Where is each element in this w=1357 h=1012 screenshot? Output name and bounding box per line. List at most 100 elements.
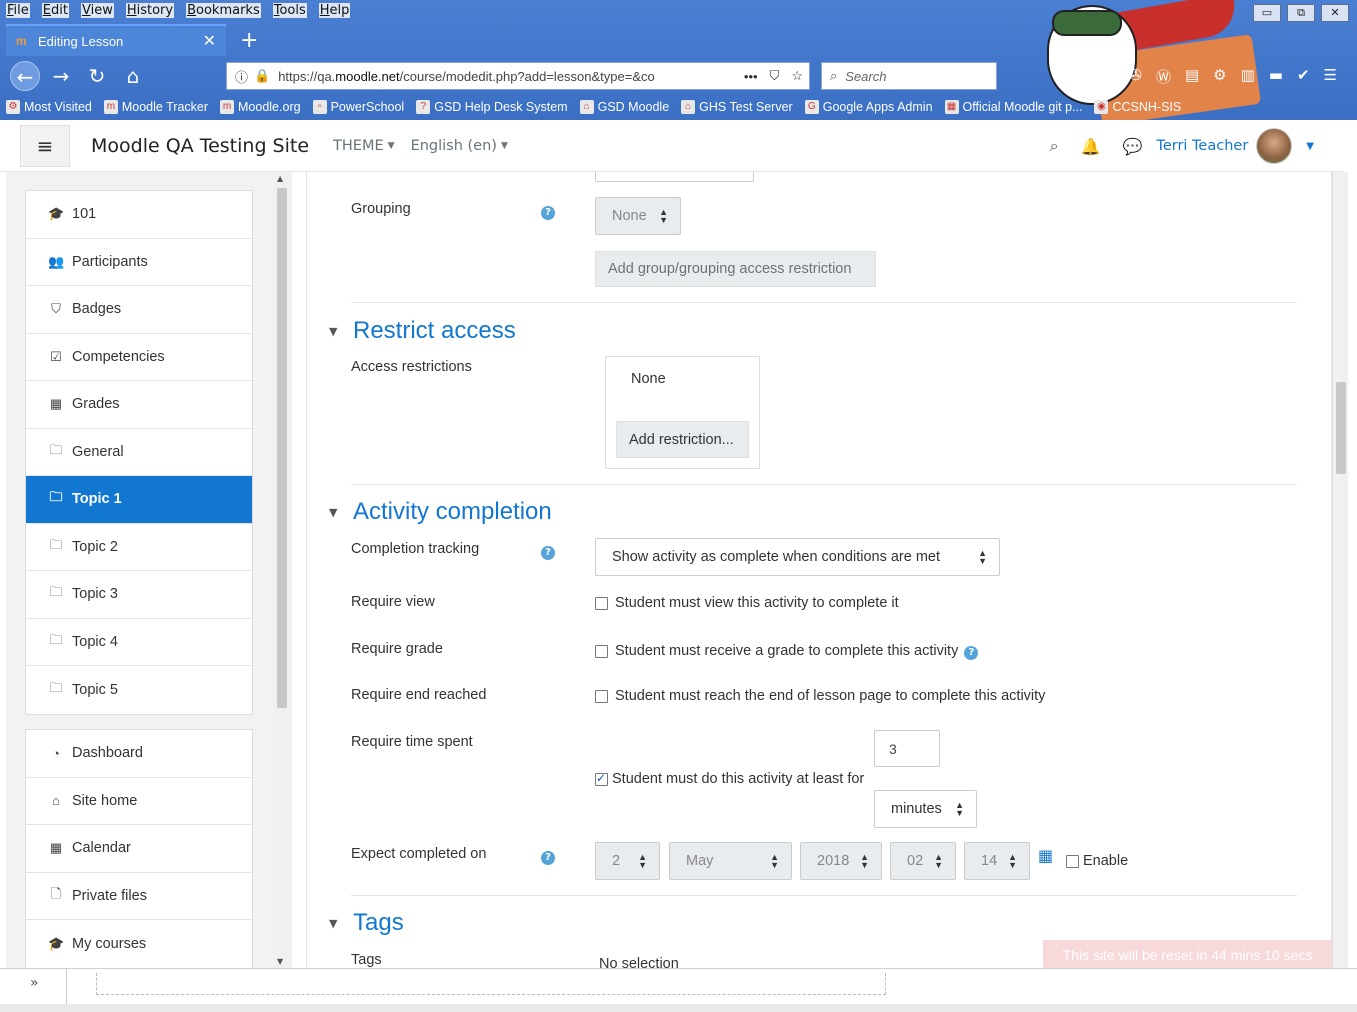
info-icon[interactable]: ⓘ xyxy=(235,67,248,86)
check-icon[interactable]: ✔ xyxy=(1297,66,1310,87)
url-text[interactable]: https://qa.moodle.net/course/modedit.php… xyxy=(278,69,738,84)
nav-item[interactable]: 🎓 My courses xyxy=(26,920,252,968)
bookmark-item[interactable]: m Moodle.org xyxy=(220,100,301,114)
bookmark-item[interactable]: ▦ Official Moodle git p... xyxy=(944,100,1082,114)
menu-edit[interactable]: Edit xyxy=(41,2,69,18)
menu-help[interactable]: Help xyxy=(318,2,351,18)
new-tab-icon[interactable]: + xyxy=(240,28,258,53)
bookmark-star-icon[interactable]: ☆ xyxy=(791,68,803,84)
require-time-unit-select[interactable]: minutes ▲ ▼ xyxy=(874,790,977,828)
user-menu-caret-icon[interactable]: ▼ xyxy=(1306,141,1314,152)
expand-chevron-icon[interactable]: » xyxy=(30,975,39,991)
section-activity-completion[interactable]: ▼ Activity completion xyxy=(329,498,552,526)
avatar[interactable] xyxy=(1256,128,1293,164)
help-icon[interactable]: ? xyxy=(964,646,979,660)
browser-search-input[interactable]: ⌕ Search xyxy=(821,62,997,90)
reader-icon[interactable]: ▤ xyxy=(1185,66,1199,87)
help-icon[interactable]: ? xyxy=(541,206,555,220)
nav-item[interactable]: ▦ Grades xyxy=(26,381,252,429)
nav-item[interactable]: ▦ Calendar xyxy=(26,825,252,873)
group-mode-select[interactable] xyxy=(595,172,754,182)
messages-icon[interactable]: 💬 xyxy=(1123,137,1143,156)
theme-menu[interactable]: THEME ▼ xyxy=(333,138,395,154)
tab-editing-lesson[interactable]: m Editing Lesson ✕ xyxy=(6,24,226,56)
nav-item[interactable]: 🗋 Private files xyxy=(26,873,252,920)
drawer-toggle-button[interactable]: ≡ xyxy=(20,124,70,167)
bookmark-item[interactable]: m Moodle Tracker xyxy=(103,100,208,114)
maximize-button[interactable]: ⧉ xyxy=(1287,4,1315,22)
section-tags[interactable]: ▼ Tags xyxy=(329,909,404,937)
expect-hour-select[interactable]: 02 ▲ ▼ xyxy=(890,842,956,880)
require-time-checkbox[interactable] xyxy=(595,771,608,786)
scrollbar-thumb[interactable] xyxy=(1336,382,1346,474)
home-button[interactable]: ⌂ xyxy=(118,61,148,91)
require-end-checkbox[interactable] xyxy=(595,689,608,703)
library-icon[interactable]: ▥ xyxy=(1241,66,1255,87)
scroll-down-icon[interactable]: ▼ xyxy=(277,957,283,966)
expect-minute-select[interactable]: 14 ▲ ▼ xyxy=(964,842,1030,880)
calendar-icon[interactable]: ▦ xyxy=(1038,846,1053,865)
language-menu[interactable]: English (en) ▼ xyxy=(411,138,508,154)
add-group-restriction-button[interactable]: Add group/grouping access restriction xyxy=(595,251,876,287)
scrollbar-thumb[interactable] xyxy=(277,188,287,708)
menu-tools[interactable]: Tools xyxy=(272,2,307,18)
bookmark-item[interactable]: ⌂ GSD Moodle xyxy=(579,100,669,114)
reload-button[interactable]: ↻ xyxy=(82,61,112,91)
nav-item[interactable]: 🗀 Topic 1 xyxy=(26,476,252,524)
nav-item[interactable]: 🗀 Topic 2 xyxy=(26,524,252,571)
search-icon[interactable]: ⌕ xyxy=(1050,136,1059,156)
section-restrict-access[interactable]: ▼ Restrict access xyxy=(329,317,516,345)
nav-item[interactable]: ⌂ Site home xyxy=(26,778,252,825)
addon-icon[interactable]: ▬ xyxy=(1269,66,1283,87)
nav-item[interactable]: ☑ Competencies xyxy=(26,334,252,381)
bookmark-item[interactable]: G Google Apps Admin xyxy=(804,100,933,114)
bell-icon[interactable]: 🔔 xyxy=(1081,137,1101,156)
bookmark-item[interactable]: ? GSD Help Desk System xyxy=(416,100,568,114)
expect-month-select[interactable]: May ▲ ▼ xyxy=(669,842,792,880)
close-window-button[interactable]: ✕ xyxy=(1321,4,1349,22)
expect-enable-checkbox[interactable] xyxy=(1066,854,1079,868)
nav-item[interactable]: 🗀 Topic 4 xyxy=(26,619,252,666)
nav-item[interactable]: 🗀 Topic 3 xyxy=(26,571,252,619)
menu-view[interactable]: View xyxy=(80,2,114,18)
scroll-up-icon[interactable]: ▲ xyxy=(277,174,283,183)
tags-value[interactable]: No selection xyxy=(599,956,679,968)
wikipedia-icon[interactable]: Ⓦ xyxy=(1156,66,1171,87)
forward-button[interactable]: → xyxy=(46,61,76,91)
nav-item[interactable]: 🗀 Topic 5 xyxy=(26,666,252,714)
bookmark-item[interactable]: ⌂ GHS Test Server xyxy=(681,100,793,114)
help-icon[interactable]: ? xyxy=(541,546,555,560)
back-button[interactable]: ← xyxy=(10,61,40,91)
bookmark-item[interactable]: ◉ CCSNH-SIS xyxy=(1094,100,1181,114)
require-time-input[interactable]: 3 xyxy=(874,730,940,767)
nav-item[interactable]: 👥 Participants xyxy=(26,239,252,286)
help-icon[interactable]: ? xyxy=(541,851,555,865)
extension-icon[interactable]: ✇ xyxy=(1129,66,1142,87)
minimize-button[interactable]: ▭ xyxy=(1253,4,1281,22)
nav-item[interactable]: 🗀 General xyxy=(26,429,252,476)
grouping-select[interactable]: None ▲ ▼ xyxy=(595,197,681,235)
pocket-icon[interactable]: ⛉ xyxy=(770,68,780,84)
bookmark-item[interactable]: ⚙ Most Visited xyxy=(6,100,92,114)
expect-day-select[interactable]: 2 ▲ ▼ xyxy=(595,842,660,880)
require-view-checkbox[interactable] xyxy=(595,596,608,610)
gear-icon[interactable]: ⚙ xyxy=(1213,66,1226,87)
add-restriction-button[interactable]: Add restriction... xyxy=(616,421,749,458)
nav-item[interactable]: 🎓 101 xyxy=(26,191,252,239)
url-bar[interactable]: ⓘ 🔒 https://qa.moodle.net/course/modedit… xyxy=(226,62,810,90)
bookmark-item[interactable]: ▫ PowerSchool xyxy=(312,100,404,114)
main-scrollbar[interactable] xyxy=(1332,172,1348,968)
page-actions-icon[interactable]: ••• xyxy=(744,69,758,84)
drawer-scrollbar[interactable]: ▲ ▼ xyxy=(274,172,290,968)
expect-year-select[interactable]: 2018 ▲ ▼ xyxy=(800,842,882,880)
site-name[interactable]: Moodle QA Testing Site xyxy=(91,135,309,157)
nav-item[interactable]: ◔ Dashboard xyxy=(26,730,252,778)
user-name[interactable]: Terri Teacher xyxy=(1156,138,1248,154)
completion-tracking-select[interactable]: Show activity as complete when condition… xyxy=(595,538,1000,576)
require-grade-checkbox[interactable] xyxy=(595,644,608,658)
menu-history[interactable]: History xyxy=(125,2,175,18)
menu-icon[interactable]: ☰ xyxy=(1324,66,1337,87)
menu-file[interactable]: File xyxy=(6,2,30,18)
menu-bookmarks[interactable]: Bookmarks xyxy=(186,2,261,18)
close-tab-icon[interactable]: ✕ xyxy=(203,31,216,51)
